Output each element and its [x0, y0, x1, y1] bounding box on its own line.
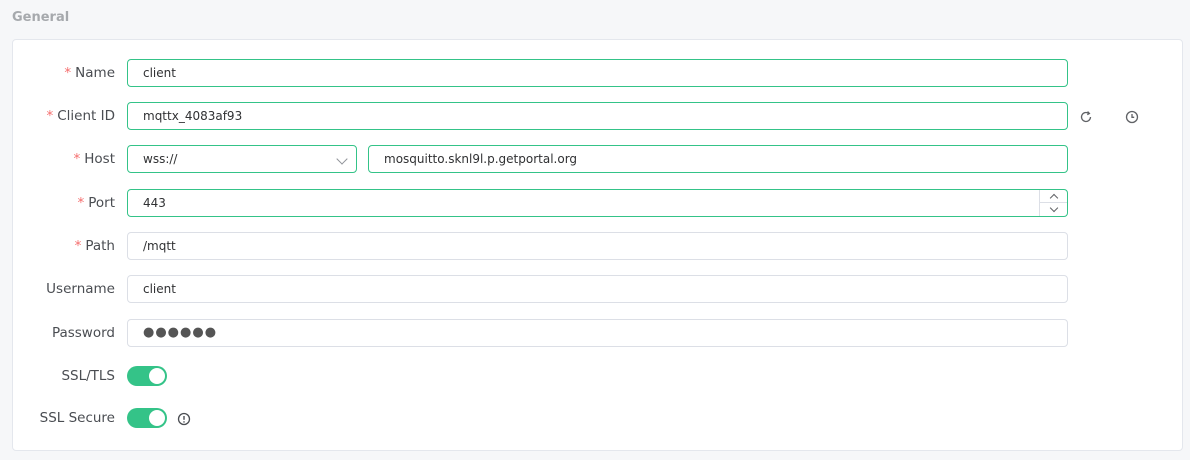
password-label: Password — [51, 325, 115, 341]
port-input-value: 443 — [143, 196, 166, 210]
path-label-text: Path — [85, 238, 115, 254]
required-marker: * — [77, 195, 85, 211]
username-row: Username client — [13, 275, 1182, 303]
general-settings-card: * Name client * Client ID mqttx_4083af93 *… — [12, 39, 1183, 451]
host-label-text: Host — [84, 151, 115, 167]
ssl-secure-toggle[interactable] — [127, 408, 167, 428]
required-marker: * — [74, 238, 82, 254]
host-label: * Host — [13, 145, 116, 173]
port-row: * Port 443 — [13, 189, 1182, 217]
port-label-text: Port — [88, 195, 115, 211]
path-row: * Path /mqtt — [13, 232, 1182, 260]
host-row: * Host wss:// mosquitto.sknl9l.p.getporta… — [13, 145, 1182, 173]
required-marker: * — [64, 65, 72, 81]
password-row: Password ●●●●●● — [13, 319, 1182, 347]
chevron-down-icon[interactable] — [1040, 203, 1067, 216]
client-id-label-text: Client ID — [57, 108, 115, 124]
username-label: Username — [46, 281, 115, 297]
ssl-secure-row: SSL Secure — [13, 404, 1182, 432]
name-label: * Name — [13, 59, 115, 87]
ssl-tls-label: SSL/TLS — [61, 368, 115, 384]
path-input[interactable]: /mqtt — [127, 232, 1068, 260]
host-input[interactable]: mosquitto.sknl9l.p.getportal.org — [368, 145, 1068, 173]
chevron-up-icon[interactable] — [1040, 190, 1067, 203]
ssl-tls-row: SSL/TLS — [13, 362, 1182, 390]
name-row: * Name client — [13, 59, 1182, 87]
port-label: * Port — [13, 189, 115, 217]
required-marker: * — [46, 108, 54, 124]
password-input[interactable]: ●●●●●● — [127, 319, 1068, 347]
required-marker: * — [73, 151, 81, 167]
client-id-input[interactable]: mqttx_4083af93 — [127, 102, 1068, 130]
ssl-secure-label: SSL Secure — [39, 410, 115, 426]
section-title: General — [12, 10, 70, 25]
username-input[interactable]: client — [127, 275, 1068, 303]
name-label-text: Name — [75, 65, 115, 81]
port-input[interactable]: 443 — [127, 189, 1068, 217]
path-label: * Path — [13, 232, 115, 260]
refresh-icon[interactable] — [1079, 109, 1093, 123]
protocol-select-value: wss:// — [143, 152, 178, 166]
info-icon[interactable] — [177, 411, 191, 426]
protocol-select[interactable]: wss:// — [127, 145, 357, 173]
chevron-down-icon — [336, 153, 348, 165]
name-input[interactable]: client — [127, 59, 1068, 87]
client-id-row: * Client ID mqttx_4083af93 — [13, 102, 1182, 130]
clock-icon[interactable] — [1125, 109, 1139, 124]
port-stepper — [1039, 190, 1067, 216]
client-id-label: * Client ID — [13, 102, 115, 130]
ssl-tls-toggle[interactable] — [127, 366, 167, 386]
